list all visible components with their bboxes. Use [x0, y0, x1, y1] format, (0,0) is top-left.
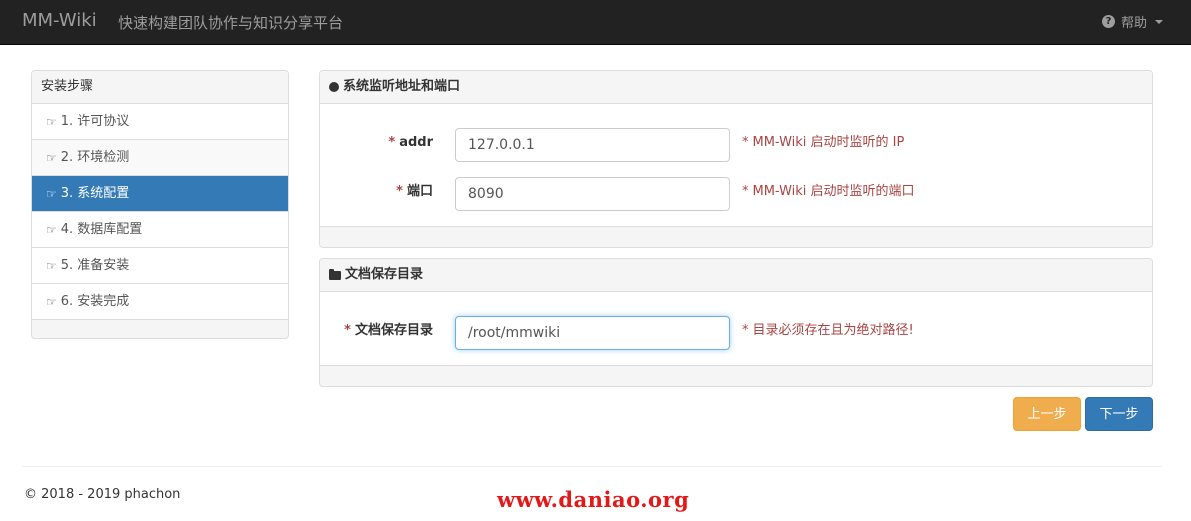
caret-down-icon — [1155, 19, 1163, 24]
addr-label: * addr — [388, 135, 433, 150]
help-label: 帮助 — [1120, 16, 1147, 31]
hand-right-icon: ☞ — [46, 258, 57, 273]
step-prepare-install[interactable]: ☞ 5. 准备安装 — [32, 248, 288, 284]
addr-input[interactable] — [455, 128, 730, 162]
copyright-text: © 2018 - 2019 phachon — [24, 487, 181, 502]
footer-divider — [22, 466, 1162, 467]
brand-tagline: 快速构建团队协作与知识分享平台 — [118, 14, 344, 32]
step-license[interactable]: ☞ 1. 许可协议 — [32, 104, 288, 140]
install-steps-panel: 安装步骤 ☞ 1. 许可协议 ☞ 2. 环境检测 ☞ 3. 系统配置 ☞ 4. … — [31, 70, 289, 339]
doc-dir-title: 文档保存目录 — [345, 267, 424, 282]
prev-step-button[interactable]: 上一步 — [1013, 397, 1081, 431]
doc-dir-row: *文档保存目录 *目录必须存在且为绝对路径! — [320, 316, 1152, 350]
folder-icon — [329, 268, 341, 280]
panel-footer — [320, 365, 1152, 386]
step-system-config[interactable]: ☞ 3. 系统配置 — [32, 176, 288, 212]
addr-row: *addr *MM-Wiki 启动时监听的 IP — [320, 128, 1152, 162]
step-label: 6. 安装完成 — [60, 293, 130, 309]
question-circle-icon: ? — [1101, 15, 1115, 28]
port-row: *端口 *MM-Wiki 启动时监听的端口 — [320, 177, 1152, 211]
doc-dir-label: * 文档保存目录 — [344, 323, 433, 338]
panel-footer — [32, 320, 288, 338]
doc-dir-input[interactable] — [455, 316, 730, 350]
hand-right-icon: ☞ — [46, 150, 57, 165]
hand-right-icon: ☞ — [46, 114, 57, 129]
step-db-config[interactable]: ☞ 4. 数据库配置 — [32, 212, 288, 248]
listen-config-header: 系统监听地址和端口 — [320, 71, 1152, 104]
watermark-text: www.daniao.org — [497, 487, 690, 512]
doc-dir-panel: 文档保存目录 *文档保存目录 *目录必须存在且为绝对路径! — [319, 258, 1153, 387]
next-step-button[interactable]: 下一步 — [1085, 397, 1153, 431]
step-label: 3. 系统配置 — [60, 185, 130, 201]
brand-logo[interactable]: MM-Wiki — [22, 10, 97, 31]
port-hint: * MM-Wiki 启动时监听的端口 — [742, 184, 915, 199]
listen-config-panel: 系统监听地址和端口 *addr *MM-Wiki 启动时监听的 IP *端口 *… — [319, 70, 1153, 248]
doc-dir-hint: * 目录必须存在且为绝对路径! — [742, 323, 914, 338]
hand-right-icon: ☞ — [46, 186, 57, 201]
top-navbar: MM-Wiki 快速构建团队协作与知识分享平台 ? 帮助 — [0, 0, 1191, 45]
hand-right-icon: ☞ — [46, 222, 57, 237]
step-install-done[interactable]: ☞ 6. 安装完成 — [32, 284, 288, 320]
globe-icon — [329, 82, 339, 92]
port-label: * 端口 — [396, 184, 433, 199]
port-input[interactable] — [455, 177, 730, 211]
help-menu[interactable]: ? 帮助 — [1101, 12, 1163, 31]
step-label: 2. 环境检测 — [60, 149, 130, 165]
install-steps-title: 安装步骤 — [32, 71, 288, 104]
panel-footer — [320, 226, 1152, 247]
doc-dir-header: 文档保存目录 — [320, 259, 1152, 292]
step-label: 4. 数据库配置 — [60, 221, 143, 237]
step-label: 5. 准备安装 — [60, 257, 130, 273]
hand-right-icon: ☞ — [46, 294, 57, 309]
step-label: 1. 许可协议 — [60, 113, 130, 129]
addr-hint: * MM-Wiki 启动时监听的 IP — [742, 135, 905, 150]
listen-config-title: 系统监听地址和端口 — [343, 79, 461, 94]
step-env-check[interactable]: ☞ 2. 环境检测 — [32, 140, 288, 176]
